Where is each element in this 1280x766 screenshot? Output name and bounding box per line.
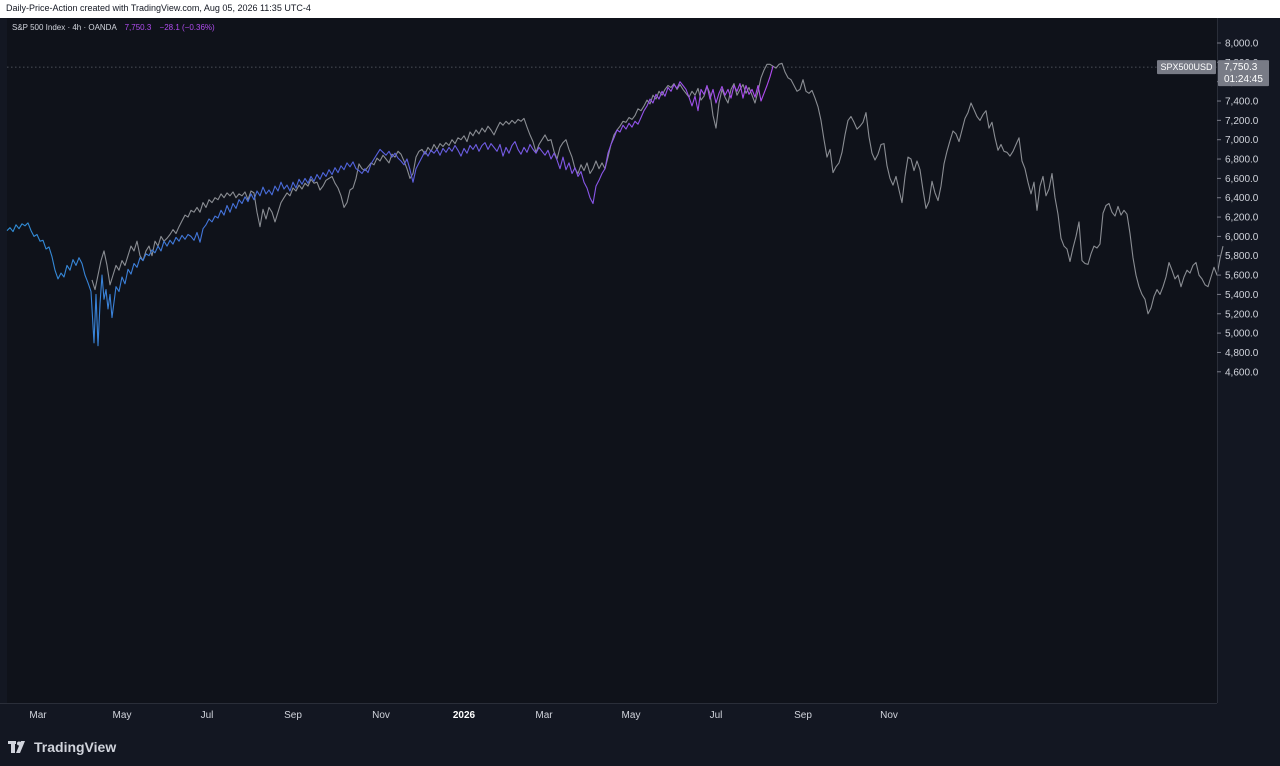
tradingview-logo-text: TradingView [34,739,117,755]
x-tick-label: Nov [880,710,898,721]
tradingview-logo-icon [8,741,25,753]
x-tick-label: May [113,710,132,721]
legend-symbol: S&P 500 Index · 4h · OANDA [12,23,117,32]
price-chart[interactable]: 8,000.07,800.07,600.07,400.07,200.07,000… [0,18,1280,728]
y-tick-label: 6,000.0 [1225,232,1259,243]
y-tick-label: 5,200.0 [1225,309,1259,320]
legend-change: −28.1 (−0.36%) [160,23,215,32]
y-tick-label: 7,200.0 [1225,116,1259,127]
svg-text:S&P 500 Index · 4h · OANDA: S&P 500 Index · 4h · OANDA 7,750.3 −28.1… [12,23,215,32]
y-tick-label: 7,400.0 [1225,97,1259,108]
y-tick-label: 5,400.0 [1225,290,1259,301]
x-tick-label: May [622,710,641,721]
header-bar: Daily-Price-Action created with TradingV… [0,0,1280,18]
symbol-tag-text: SPX500USD [1160,62,1213,72]
footer-bar [0,728,1280,766]
y-tick-label: 5,000.0 [1225,329,1259,340]
price-tag-value: 7,750.3 [1224,62,1258,73]
x-tick-label: Mar [535,710,553,721]
x-tick-label: Sep [794,710,812,721]
tradingview-logo[interactable]: TradingView [8,738,116,756]
x-tick-label: Jul [710,710,723,721]
y-tick-label: 6,200.0 [1225,213,1259,224]
x-tick-label: Nov [372,710,390,721]
x-tick-label: Mar [29,710,47,721]
x-tick-label: Sep [284,710,302,721]
y-tick-label: 5,800.0 [1225,251,1259,262]
x-tick-label: Jul [201,710,214,721]
price-tag-countdown: 01:24:45 [1224,74,1263,85]
y-tick-label: 4,800.0 [1225,348,1259,359]
y-tick-label: 8,000.0 [1225,39,1259,50]
plot-area [7,18,1217,703]
y-tick-label: 5,600.0 [1225,271,1259,282]
y-tick-label: 6,400.0 [1225,193,1259,204]
y-tick-label: 6,600.0 [1225,174,1259,185]
legend-last: 7,750.3 [125,23,152,32]
header-credit: Daily-Price-Action created with TradingV… [6,3,311,13]
legend[interactable]: S&P 500 Index · 4h · OANDA 7,750.3 −28.1… [12,23,215,32]
x-tick-label: 2026 [453,710,476,721]
y-tick-label: 7,000.0 [1225,135,1259,146]
y-tick-label: 6,800.0 [1225,155,1259,166]
y-tick-label: 4,600.0 [1225,367,1259,378]
